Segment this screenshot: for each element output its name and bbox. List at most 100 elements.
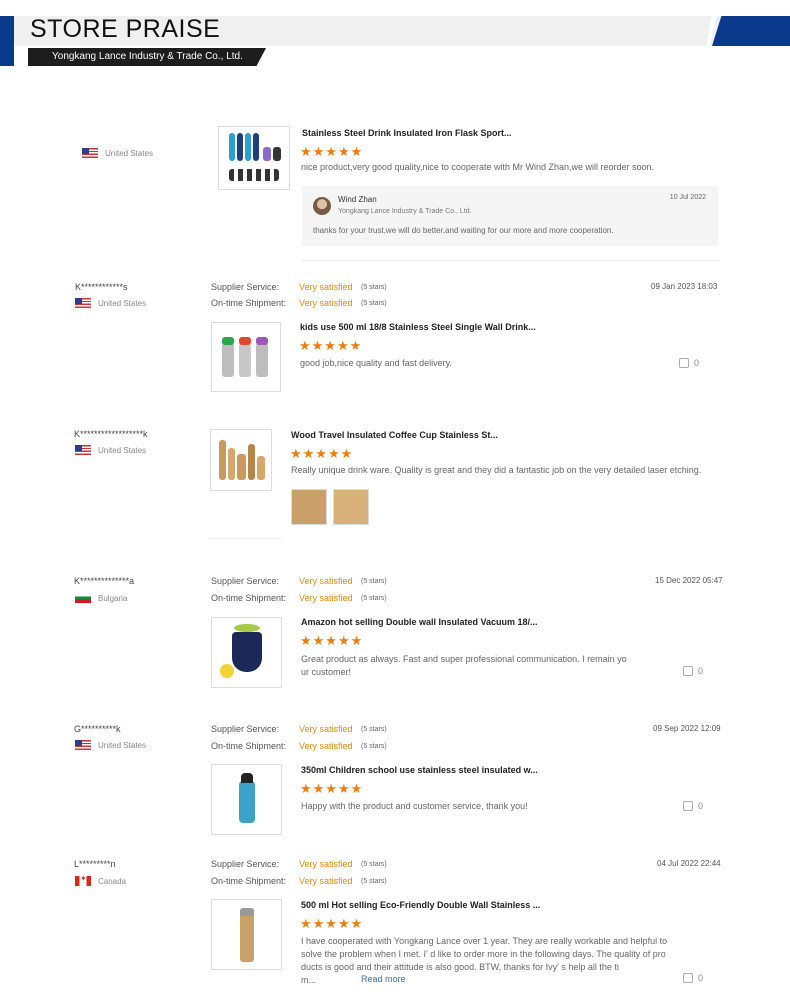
like-button[interactable]: 0 xyxy=(679,358,699,368)
supplier-service-label: Supplier Service: xyxy=(211,859,280,869)
us-flag-icon xyxy=(75,445,91,455)
supplier-service-value: Very satisfied xyxy=(299,282,353,292)
reviewer-name: G**********k xyxy=(74,724,121,734)
reviewer-name: K**************a xyxy=(74,576,135,586)
like-count: 0 xyxy=(694,358,700,368)
shipment-value: Very satisfied xyxy=(299,876,353,886)
product-title-link[interactable]: Amazon hot selling Double wall Insulated… xyxy=(301,617,538,627)
us-flag-icon xyxy=(75,298,91,308)
reviewer-name: K************s xyxy=(75,282,128,292)
shipment-stars: (5 stars) xyxy=(361,878,387,885)
review-text-line: m... xyxy=(301,975,316,985)
read-more-link[interactable]: Read more xyxy=(361,974,406,984)
product-image[interactable] xyxy=(211,322,281,392)
bulgaria-flag-icon xyxy=(75,593,91,603)
country-label: United States xyxy=(98,445,147,455)
shipment-stars: (5 stars) xyxy=(361,743,387,750)
reviewer-name: L*********n xyxy=(74,859,116,869)
review-text-line: I have cooperated with Yongkang Lance ov… xyxy=(301,936,668,946)
star-rating: ★★★★★ xyxy=(300,144,364,159)
store-praise-header: STORE PRAISE Yongkang Lance Industry & T… xyxy=(0,0,790,70)
review-date: 09 Jan 2023 18:03 xyxy=(651,282,718,291)
shipment-value: Very satisfied xyxy=(299,298,353,308)
product-image[interactable] xyxy=(218,126,290,190)
header-accent-right xyxy=(712,16,790,46)
thumbs-up-icon xyxy=(679,358,689,368)
review-text-line: ur customer! xyxy=(301,667,352,677)
reviewer-country: Canada xyxy=(75,874,127,886)
review-text-line: ducts is good and their attitude is also… xyxy=(301,962,619,972)
reply-date: 10 Jul 2022 xyxy=(669,194,706,201)
review-text: Really unique drink ware. Quality is gre… xyxy=(291,465,702,475)
reviewer-country: United States xyxy=(75,445,146,455)
supplier-stars: (5 stars) xyxy=(361,726,387,733)
like-count: 0 xyxy=(698,973,704,983)
shipment-label: On-time Shipment: xyxy=(211,298,287,308)
star-rating: ★★★★★ xyxy=(300,916,364,931)
product-title-link[interactable]: Stainless Steel Drink Insulated Iron Fla… xyxy=(302,128,512,138)
reviewer-country: Bulgaria xyxy=(75,593,127,603)
country-label: Canada xyxy=(98,876,127,886)
us-flag-icon xyxy=(75,740,91,750)
review-photo[interactable] xyxy=(333,489,369,525)
review-photo[interactable] xyxy=(291,489,327,525)
shipment-label: On-time Shipment: xyxy=(211,876,287,886)
star-rating: ★★★★★ xyxy=(300,781,364,796)
thumbs-up-icon xyxy=(683,973,693,983)
review-date: 09 Sep 2022 12:09 xyxy=(653,724,721,733)
supplier-service-value: Very satisfied xyxy=(299,859,353,869)
reply-company: Yongkang Lance Industry & Trade Co., Ltd… xyxy=(338,208,472,215)
review-text: Happy with the product and customer serv… xyxy=(301,801,528,811)
supplier-service-label: Supplier Service: xyxy=(211,724,280,734)
review-text: nice product,very good quality,nice to c… xyxy=(301,162,655,172)
us-flag-icon xyxy=(82,148,98,158)
reviewer-country: United States xyxy=(75,298,146,308)
product-title-link[interactable]: kids use 500 ml 18/8 Stainless Steel Sin… xyxy=(300,322,536,332)
thumbs-up-icon xyxy=(683,801,693,811)
shipment-stars: (5 stars) xyxy=(361,300,387,307)
reviewer-name: K******************k xyxy=(74,429,148,439)
page-title: STORE PRAISE xyxy=(30,15,221,43)
supplier-service-label: Supplier Service: xyxy=(211,576,280,586)
like-button[interactable]: 0 xyxy=(683,666,703,676)
review-text-line: Great product as always. Fast and super … xyxy=(301,654,627,664)
shipment-value: Very satisfied xyxy=(299,741,353,751)
star-rating: ★★★★★ xyxy=(300,633,364,648)
product-title-link[interactable]: Wood Travel Insulated Coffee Cup Stainle… xyxy=(291,430,498,440)
review-text: good job,nice quality and fast delivery. xyxy=(300,358,452,368)
country-label: United States xyxy=(105,148,154,158)
supplier-stars: (5 stars) xyxy=(361,861,387,868)
star-rating: ★★★★★ xyxy=(299,338,363,353)
like-button[interactable]: 0 xyxy=(683,801,703,811)
product-image[interactable] xyxy=(211,617,282,688)
review-date: 15 Dec 2022 05:47 xyxy=(655,576,723,585)
country-label: Bulgaria xyxy=(98,593,128,603)
product-title-link[interactable]: 350ml Children school use stainless stee… xyxy=(301,765,538,775)
divider xyxy=(300,260,720,261)
review-text-line: solve the problem when I met. I' d like … xyxy=(301,949,666,959)
reply-author: Wind Zhan xyxy=(338,195,377,204)
like-count: 0 xyxy=(698,666,704,676)
company-name-banner: Yongkang Lance Industry & Trade Co., Ltd… xyxy=(28,48,266,66)
country-label: United States xyxy=(98,298,147,308)
supplier-service-value: Very satisfied xyxy=(299,724,353,734)
like-button[interactable]: 0 xyxy=(683,973,703,983)
canada-flag-icon xyxy=(75,874,91,886)
supplier-service-label: Supplier Service: xyxy=(211,282,280,292)
product-image[interactable] xyxy=(211,899,282,970)
shipment-stars: (5 stars) xyxy=(361,595,387,602)
country-label: United States xyxy=(98,740,147,750)
thumbs-up-icon xyxy=(683,666,693,676)
product-image[interactable] xyxy=(211,764,282,835)
reviewer-country: United States xyxy=(75,740,146,750)
product-title-link[interactable]: 500 ml Hot selling Eco-Friendly Double W… xyxy=(301,900,540,910)
supplier-service-value: Very satisfied xyxy=(299,576,353,586)
reply-text: thanks for your trust,we will do better,… xyxy=(313,226,614,235)
shipment-label: On-time Shipment: xyxy=(211,741,287,751)
supplier-stars: (5 stars) xyxy=(361,284,387,291)
supplier-reply: Wind Zhan Yongkang Lance Industry & Trad… xyxy=(302,186,718,246)
like-count: 0 xyxy=(698,801,704,811)
shipment-label: On-time Shipment: xyxy=(211,593,287,603)
product-image[interactable] xyxy=(210,429,272,491)
supplier-stars: (5 stars) xyxy=(361,578,387,585)
